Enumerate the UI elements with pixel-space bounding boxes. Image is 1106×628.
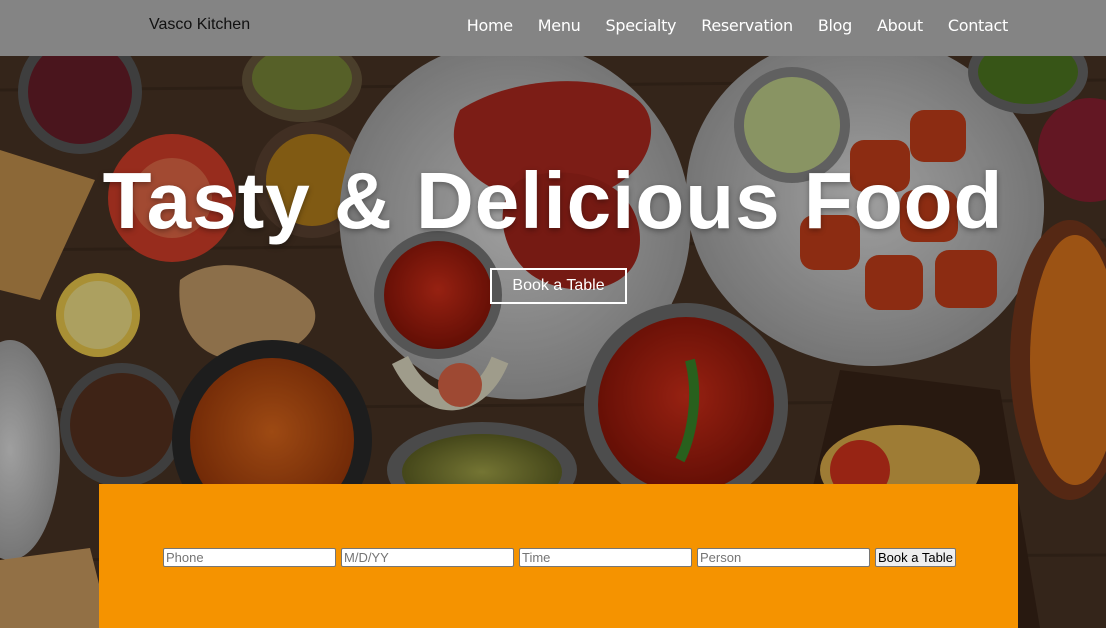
hero-title: Tasty & Delicious Food: [102, 156, 1004, 245]
brand-logo[interactable]: Vasco Kitchen: [149, 16, 250, 34]
time-input[interactable]: [519, 548, 692, 567]
nav-link-home[interactable]: Home: [467, 16, 513, 35]
hero-book-table-button[interactable]: Book a Table: [490, 268, 627, 304]
navbar: Vasco Kitchen Home Menu Specialty Reserv…: [0, 0, 1106, 56]
phone-input[interactable]: [163, 548, 336, 567]
nav-link-reservation[interactable]: Reservation: [701, 16, 793, 35]
nav-link-menu[interactable]: Menu: [538, 16, 581, 35]
nav-link-blog[interactable]: Blog: [818, 16, 852, 35]
nav-link-specialty[interactable]: Specialty: [606, 16, 677, 35]
page: Vasco Kitchen Home Menu Specialty Reserv…: [0, 0, 1106, 628]
nav-link-contact[interactable]: Contact: [948, 16, 1008, 35]
nav-links: Home Menu Specialty Reservation Blog Abo…: [467, 16, 1009, 35]
booking-form: Book a Table: [163, 548, 956, 567]
booking-section: Book a Table: [99, 484, 1018, 628]
nav-link-about[interactable]: About: [877, 16, 923, 35]
booking-submit-button[interactable]: Book a Table: [875, 548, 956, 567]
date-input[interactable]: [341, 548, 514, 567]
person-input[interactable]: [697, 548, 870, 567]
